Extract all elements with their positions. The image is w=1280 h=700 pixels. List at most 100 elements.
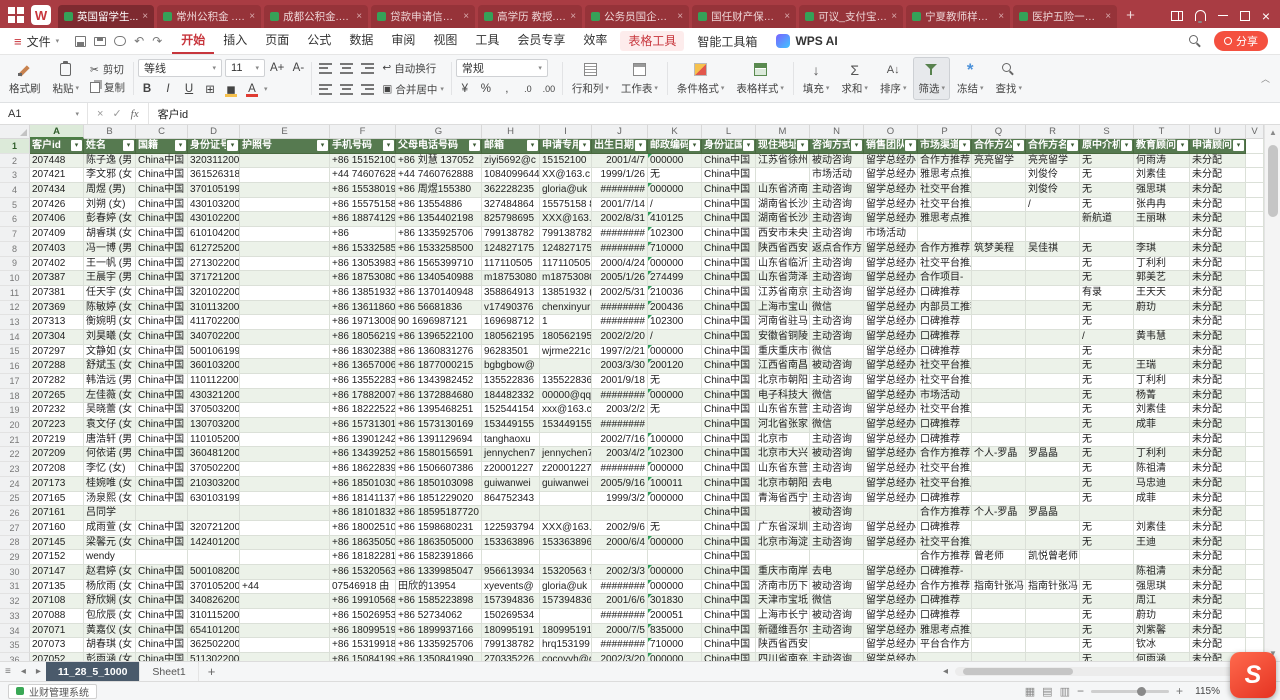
cell[interactable] [1026,477,1080,492]
cell[interactable]: 207223 [30,418,84,433]
cell[interactable]: ######## [592,183,648,198]
cell[interactable] [1026,330,1080,345]
cell[interactable]: 口碑推荐 [918,594,972,609]
empty-cell[interactable] [1246,492,1264,507]
row-number[interactable]: 27 [0,521,30,536]
cell[interactable]: 124827175 [482,242,540,257]
cell[interactable] [972,345,1026,360]
cell[interactable]: 留学总经办 [864,447,918,462]
cell[interactable]: 刘素佳 [1134,403,1190,418]
cell[interactable]: 无 [1080,154,1134,169]
align-top-icon[interactable] [316,59,334,77]
cell[interactable]: 彭雨涵 (女 [84,653,136,661]
cell[interactable] [1080,506,1134,521]
cell[interactable]: hrq153199 [540,638,592,653]
cell[interactable]: 207071 [30,624,84,639]
cell[interactable]: 340702200202202520 [188,330,240,345]
cell[interactable] [972,257,1026,272]
empty-cell[interactable] [1246,594,1264,609]
cell[interactable]: China中国 [136,227,188,242]
cell[interactable]: 主动咨询 [810,433,864,448]
cell[interactable]: 山东省东营 [756,462,810,477]
cell[interactable]: cocoyyh@c [540,653,592,661]
cell[interactable] [972,521,1026,536]
empty-cell[interactable] [1246,565,1264,580]
filter-dropdown-button[interactable]: ▾ [383,140,394,151]
cell[interactable]: +86 1850103098 [396,477,482,492]
cell[interactable]: 未分配 [1190,315,1246,330]
cell[interactable]: 207288 [30,359,84,374]
cell[interactable]: 陕西省西安 [756,638,810,653]
filter-dropdown-button[interactable]: ▾ [635,140,646,151]
cell[interactable]: 未分配 [1190,447,1246,462]
cell[interactable]: 口碑推荐 [918,609,972,624]
cell[interactable] [864,550,918,565]
cell[interactable]: 留学总经办 [864,462,918,477]
cell[interactable] [972,433,1026,448]
close-button[interactable]: × [1262,11,1270,21]
cell[interactable]: 110112200109181419 [188,374,240,389]
cell[interactable]: 301830 [648,594,702,609]
cell[interactable]: China中国 [702,154,756,169]
cell[interactable]: China中国 [702,536,756,551]
tab-table-tools[interactable]: 表格工具 [620,31,684,51]
cell[interactable]: 370105200210270824 [188,580,240,595]
cell[interactable]: 327484864 [482,198,540,213]
cell[interactable] [240,345,330,360]
cell[interactable]: 山东省东营 [756,403,810,418]
document-tab[interactable]: 医护五险一金.xlsx× [1013,5,1117,28]
cell[interactable]: 留学总经办 [864,212,918,227]
cell[interactable]: 未分配 [1190,227,1246,242]
cell[interactable] [972,638,1026,653]
cell[interactable]: 未分配 [1190,345,1246,360]
cell[interactable]: 被动咨询 [810,580,864,595]
cell[interactable]: 2003/3/30 [592,359,648,374]
fill-color-button[interactable]: ◼ [222,80,240,98]
cell[interactable]: +86 15320563 [330,565,396,580]
cell[interactable] [240,624,330,639]
cell[interactable] [240,492,330,507]
cell[interactable] [188,506,240,521]
cell[interactable]: 1997/2/21 [592,345,648,360]
row-number[interactable]: 8 [0,242,30,257]
cell[interactable]: 合作方推荐 [918,506,972,521]
cell[interactable]: 黄嘉仪 (女 [84,624,136,639]
cell[interactable]: 留学总经办 [864,330,918,345]
cell[interactable]: 王瑞 [1134,359,1190,374]
header-cell[interactable]: 合作方名称▾ [1026,139,1080,154]
cell[interactable]: 钦冰 [1134,638,1190,653]
cell[interactable]: 无 [1080,609,1134,624]
cell[interactable]: 胡春琪 (女 [84,638,136,653]
cell[interactable]: +86 1533258500 [396,242,482,257]
row-number[interactable]: 24 [0,477,30,492]
print-icon[interactable] [94,37,106,46]
cell[interactable]: 2001/4/7 [592,154,648,169]
cell[interactable]: 口碑推荐 [918,418,972,433]
cell[interactable]: +86 19713008 [330,315,396,330]
cell[interactable] [240,315,330,330]
cell[interactable]: China中国 [136,212,188,227]
cell[interactable]: 主动咨询 [810,257,864,272]
row-number[interactable]: 6 [0,212,30,227]
cell[interactable]: 社交平台推广 [918,359,972,374]
cell[interactable]: 广东省深圳 [756,521,810,536]
cell[interactable]: +86 13439252 [330,447,396,462]
merge-center-button[interactable]: ▣合并居中▾ [379,80,446,98]
cell[interactable] [1026,565,1080,580]
cell[interactable]: China中国 [702,227,756,242]
cell[interactable]: +86 18141137 [330,492,396,507]
home-grid-icon[interactable] [8,7,24,23]
cell[interactable]: 江苏省南京 [756,286,810,301]
cell[interactable] [648,550,702,565]
cell[interactable] [1026,389,1080,404]
cell[interactable]: 社交平台推广 [918,183,972,198]
row-number[interactable]: 23 [0,462,30,477]
cell[interactable]: 2002/7/16 [592,433,648,448]
cell[interactable]: 杨菁 [1134,389,1190,404]
cell[interactable] [972,403,1026,418]
cell[interactable]: 市场活动 [918,389,972,404]
font-size-select[interactable]: 11▾ [225,59,265,77]
cell[interactable] [592,506,648,521]
cell[interactable] [1026,418,1080,433]
cell[interactable] [240,374,330,389]
